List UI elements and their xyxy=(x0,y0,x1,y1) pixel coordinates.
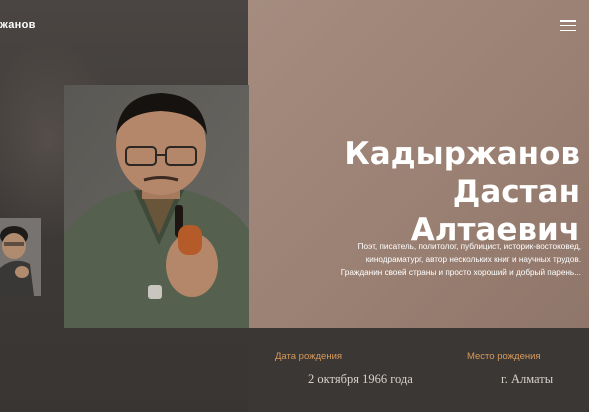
facts-bar xyxy=(248,328,589,412)
person-name-line1: Кадыржанов Дастан xyxy=(344,136,580,210)
portrait-photo-image xyxy=(64,85,249,328)
bio-line2: кинодраматург, автор нескольких книг и н… xyxy=(365,255,581,264)
bio-line3: Гражданин своей страны и просто хороший … xyxy=(340,268,581,277)
site-logo[interactable]: жанов xyxy=(0,19,36,31)
birth-date-label: Дата рождения xyxy=(275,351,343,362)
person-name: Кадыржанов Дастан Алтаевич xyxy=(250,135,580,249)
birth-place-label: Место рождения xyxy=(467,351,541,362)
birth-place-value: г. Алматы xyxy=(501,372,554,386)
hamburger-icon xyxy=(560,20,576,22)
portrait-photo xyxy=(64,85,249,328)
thumbnail-photo xyxy=(0,218,41,296)
biography: Поэт, писатель, политолог, публицист, ис… xyxy=(281,240,581,279)
bio-line1: Поэт, писатель, политолог, публицист, ис… xyxy=(357,242,581,251)
menu-button[interactable] xyxy=(560,20,576,32)
thumbnail-photo-image xyxy=(0,218,41,296)
birth-date-value: 2 октября 1966 года xyxy=(308,372,413,386)
